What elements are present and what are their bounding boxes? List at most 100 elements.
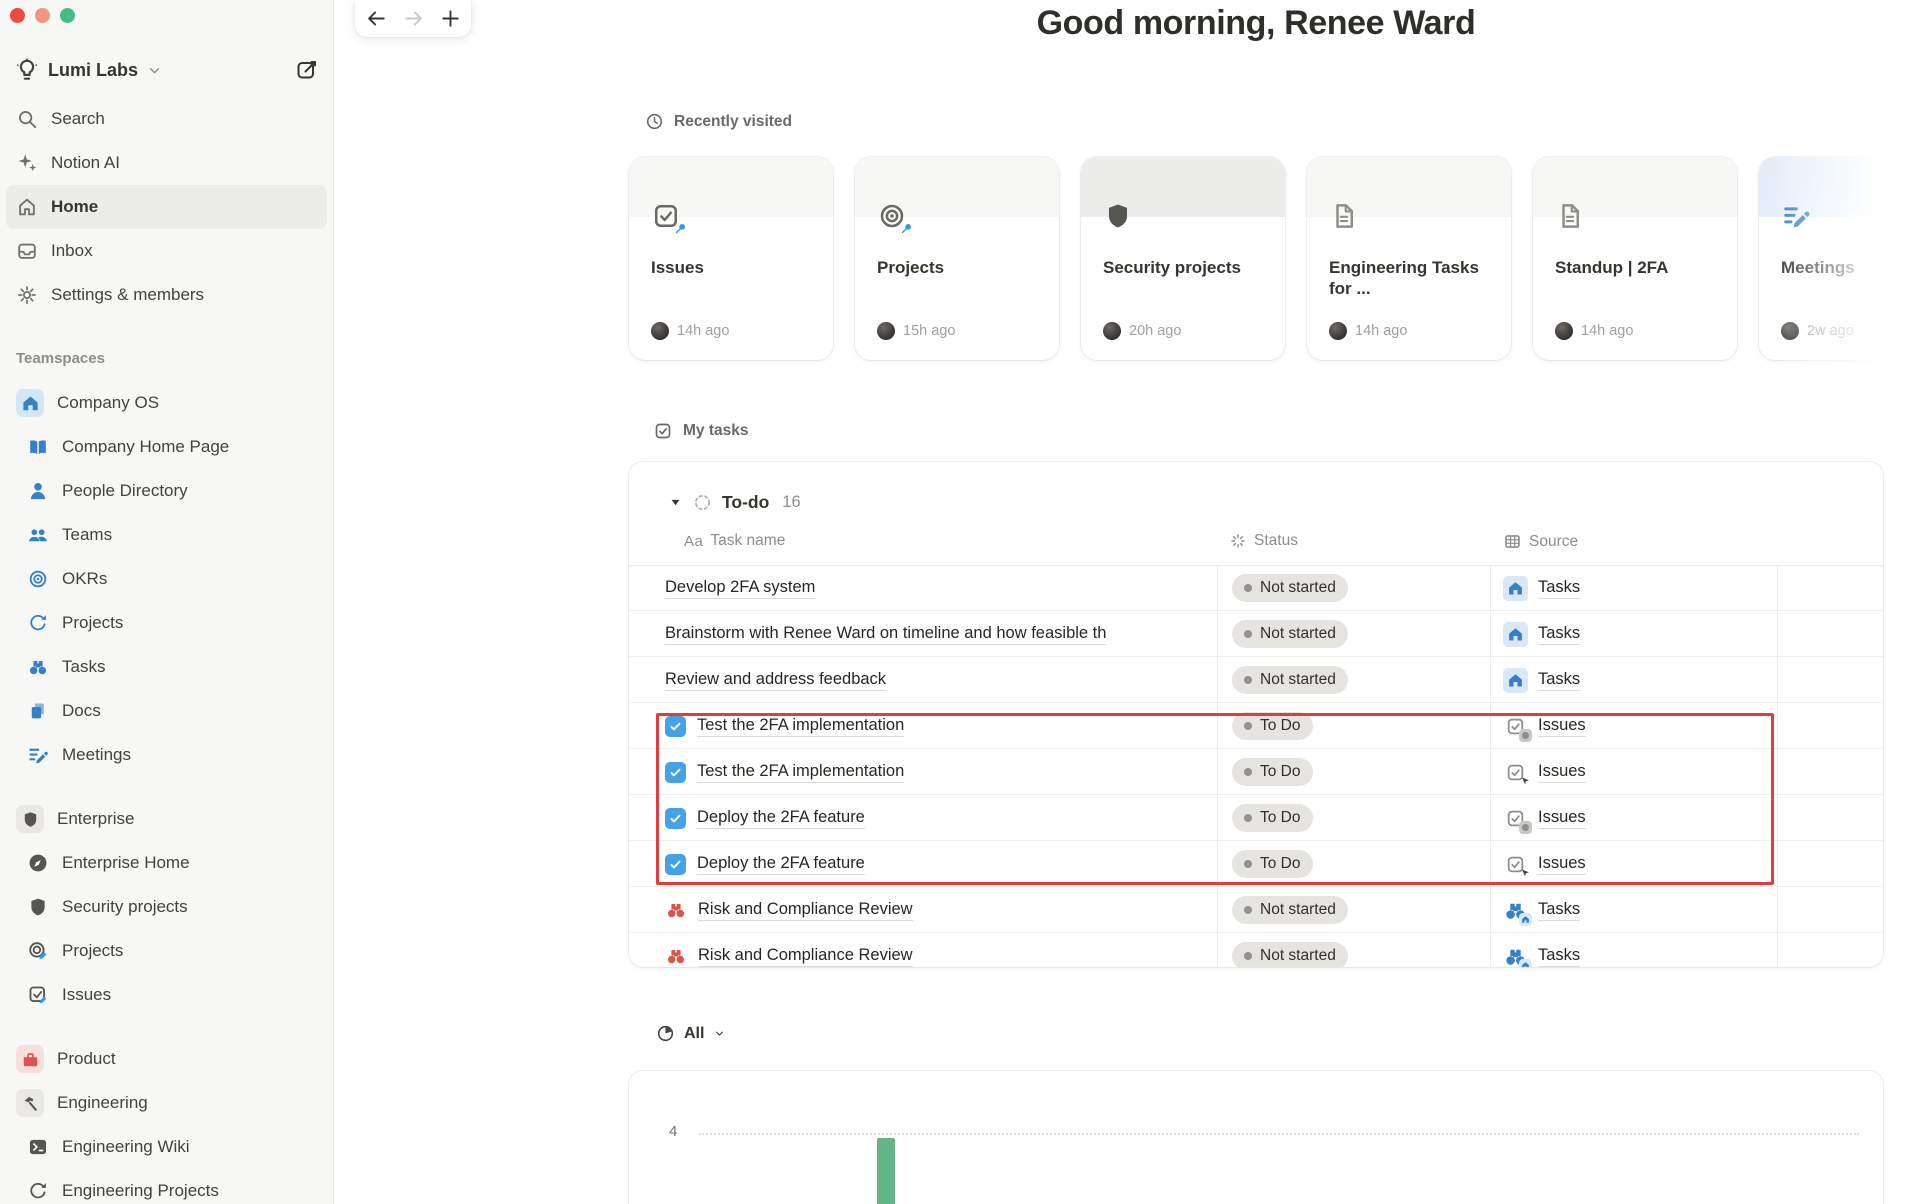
sidebar-item-docs[interactable]: Docs [6,689,327,733]
sidebar-item-people-directory[interactable]: People Directory [6,469,327,513]
tasks-house-icon [1503,575,1528,601]
source-cell[interactable]: Tasks [1503,565,1581,611]
card-title: Meetings [1781,258,1855,277]
task-name: Review and address feedback [665,670,887,691]
tasks-panel: To-do 16 Aa Task name Status Source Deve… [629,462,1883,967]
source-cell[interactable]: Tasks [1503,611,1581,657]
source-cell[interactable]: Issues [1503,749,1586,795]
status-badge[interactable]: To Do [1232,758,1313,786]
source-cell[interactable]: Issues [1503,841,1586,887]
status-badge[interactable]: To Do [1232,850,1313,878]
status-badge[interactable]: Not started [1232,896,1348,924]
cursor-badge-icon [1519,775,1532,788]
dot-badge-icon [1519,820,1532,834]
task-name-cell[interactable]: Risk and Compliance Review [665,887,1210,933]
table-header: Aa Task name Status Source [629,532,1883,565]
status-badge[interactable]: Not started [1232,620,1348,648]
recent-card-issues[interactable]: Issues 14h ago [629,157,833,360]
sidebar-item-okrs[interactable]: OKRs [6,557,327,601]
task-name-cell[interactable]: Review and address feedback [665,657,1210,703]
source-cell[interactable]: Tasks [1503,887,1581,933]
task-name-cell[interactable]: Risk and Compliance Review [665,933,1210,967]
recently-visited-header: Recently visited [645,112,792,131]
source-name: Tasks [1538,578,1581,599]
recent-card-meetings[interactable]: Meetings 2w ago [1759,157,1920,360]
avatar [1103,322,1121,340]
chevron-down-icon [146,62,163,79]
task-name-cell[interactable]: Develop 2FA system [665,565,1210,611]
task-checkbox-checked[interactable] [665,715,686,737]
task-name: Deploy the 2FA feature [697,808,865,829]
sidebar-item-projects[interactable]: Projects [6,601,327,645]
inbox-icon [16,240,38,262]
minimize-window-button[interactable] [35,8,50,23]
source-cell[interactable]: Tasks [1503,657,1581,703]
status-badge[interactable]: Not started [1232,574,1348,602]
task-checkbox-checked[interactable] [665,761,686,783]
sidebar-item-product[interactable]: Product [6,1037,327,1081]
zoom-window-button[interactable] [60,8,75,23]
status-badge[interactable]: To Do [1232,804,1313,832]
sidebar-item-home[interactable]: Home [6,185,327,229]
source-name: Tasks [1538,900,1581,921]
task-name-cell[interactable]: Deploy the 2FA feature [665,795,1210,841]
workspace-switcher[interactable]: Lumi Labs [8,52,325,88]
sidebar-item-company-os[interactable]: Company OS [6,381,327,425]
source-cell[interactable]: Tasks [1503,933,1581,967]
sidebar-item-settings-members[interactable]: Settings & members [6,273,327,317]
task-name-cell[interactable]: Test the 2FA implementation [665,703,1210,749]
sidebar-item-issues[interactable]: Issues [6,973,327,1017]
sidebar-item-projects[interactable]: Projects [6,929,327,973]
task-checkbox-checked[interactable] [665,807,686,829]
target-pencil-icon [27,940,49,962]
sidebar-item-notion-ai[interactable]: Notion AI [6,141,327,185]
recent-card-engineering-tasks-for[interactable]: Engineering Tasks for ... 14h ago [1307,157,1511,360]
avatar [651,322,669,340]
task-checkbox-checked[interactable] [665,853,686,875]
pin-icon [899,221,914,236]
time-filter-dropdown[interactable]: All [656,1024,726,1043]
task-name-cell[interactable]: Test the 2FA implementation [665,749,1210,795]
column-header-status[interactable]: Status [1229,532,1298,550]
recent-card-security-projects[interactable]: Security projects 20h ago [1081,157,1285,360]
sidebar-item-tasks[interactable]: Tasks [6,645,327,689]
column-header-task-name[interactable]: Aa Task name [684,532,785,550]
sidebar-item-search[interactable]: Search [6,97,327,141]
house-icon [16,389,44,417]
task-name-cell[interactable]: Deploy the 2FA feature [665,841,1210,887]
close-window-button[interactable] [10,8,25,23]
sidebar-item-engineering[interactable]: Engineering [6,1081,327,1125]
source-cell[interactable]: Issues [1503,703,1586,749]
forward-arrow-icon[interactable] [402,7,425,30]
triangle-down-icon [668,495,683,510]
status-badge[interactable]: Not started [1232,666,1348,694]
task-name: Develop 2FA system [665,578,816,599]
task-row: Brainstorm with Renee Ward on timeline a… [629,611,1883,657]
task-name-cell[interactable]: Brainstorm with Renee Ward on timeline a… [665,611,1210,657]
back-arrow-icon[interactable] [365,7,388,30]
recent-card-standup-2fa[interactable]: Standup | 2FA 14h ago [1533,157,1737,360]
column-header-source[interactable]: Source [1503,532,1578,551]
hammer-icon [16,1089,44,1117]
sidebar-item-engineering-projects[interactable]: Engineering Projects [6,1169,327,1204]
task-row: Develop 2FA system Not started Tasks [629,565,1883,611]
clock-icon [645,112,664,131]
new-tab-icon[interactable] [439,7,462,30]
todo-group-toggle[interactable]: To-do 16 [668,492,801,513]
sidebar-item-security-projects[interactable]: Security projects [6,885,327,929]
compose-icon[interactable] [295,58,319,82]
sidebar-item-enterprise-home[interactable]: Enterprise Home [6,841,327,885]
source-name: Issues [1538,854,1586,875]
source-cell[interactable]: Issues [1503,795,1586,841]
sidebar-item-meetings[interactable]: Meetings [6,733,327,777]
status-badge[interactable]: Not started [1232,942,1348,967]
sidebar-item-inbox[interactable]: Inbox [6,229,327,273]
sidebar-item-company-home-page[interactable]: Company Home Page [6,425,327,469]
sidebar-item-enterprise[interactable]: Enterprise [6,797,327,841]
sidebar-item-engineering-wiki[interactable]: Engineering Wiki [6,1125,327,1169]
recent-card-projects[interactable]: Projects 15h ago [855,157,1059,360]
status-badge[interactable]: To Do [1232,712,1313,740]
chart-gridline [699,1133,1859,1135]
card-title: Projects [877,258,945,277]
sidebar-item-teams[interactable]: Teams [6,513,327,557]
